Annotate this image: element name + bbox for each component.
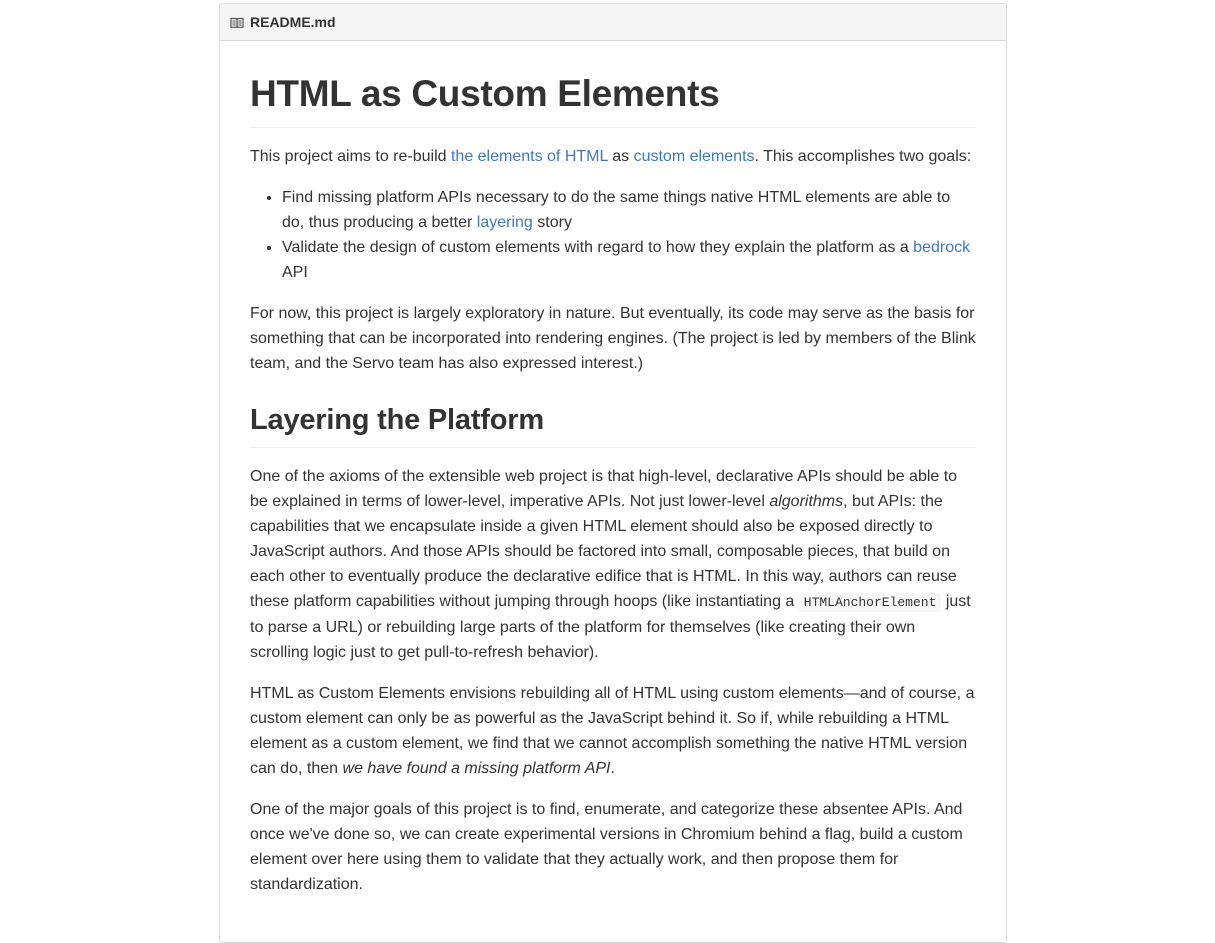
goal-text: story bbox=[532, 214, 572, 231]
goals-list: Find missing platform APIs necessary to … bbox=[250, 185, 976, 285]
intro-text: . This accomplishes two goals: bbox=[754, 148, 972, 165]
paragraph-text: . bbox=[610, 760, 615, 777]
emphasis-text: we have found a missing platform API bbox=[342, 760, 611, 777]
inline-code: HTMLAnchorElement bbox=[798, 593, 942, 612]
readme-filename[interactable]: README.md bbox=[250, 14, 336, 30]
layering-link[interactable]: layering bbox=[477, 214, 533, 231]
goal-text: Find missing platform APIs necessary to … bbox=[282, 189, 951, 231]
goal-text: Validate the design of custom elements w… bbox=[282, 239, 914, 256]
intro-paragraph: This project aims to re-build the elemen… bbox=[250, 144, 976, 169]
axioms-paragraph: One of the axioms of the extensible web … bbox=[250, 464, 976, 665]
readme-header: README.md bbox=[220, 4, 1006, 41]
list-item: Validate the design of custom elements w… bbox=[282, 235, 976, 285]
book-icon bbox=[230, 16, 244, 29]
goals-paragraph: One of the major goals of this project i… bbox=[250, 801, 963, 893]
list-item: Find missing platform APIs necessary to … bbox=[282, 185, 976, 235]
page-title: HTML as Custom Elements bbox=[250, 71, 976, 128]
intro-text: as bbox=[607, 148, 634, 165]
readme-article: HTML as Custom Elements This project aim… bbox=[220, 71, 1006, 897]
section-heading: Layering the Platform bbox=[250, 401, 976, 448]
elements-of-html-link[interactable]: the elements of HTML bbox=[451, 148, 608, 165]
bedrock-link[interactable]: bedrock bbox=[913, 239, 970, 256]
goal-text: API bbox=[282, 264, 308, 281]
emphasis-text: algorithms bbox=[769, 493, 844, 510]
envisions-paragraph: HTML as Custom Elements envisions rebuil… bbox=[250, 681, 976, 781]
exploratory-paragraph: For now, this project is largely explora… bbox=[250, 305, 976, 372]
readme-container: README.md HTML as Custom Elements This p… bbox=[219, 3, 1007, 943]
intro-text: This project aims to re-build bbox=[250, 148, 451, 165]
custom-elements-link[interactable]: custom elements bbox=[634, 148, 755, 165]
